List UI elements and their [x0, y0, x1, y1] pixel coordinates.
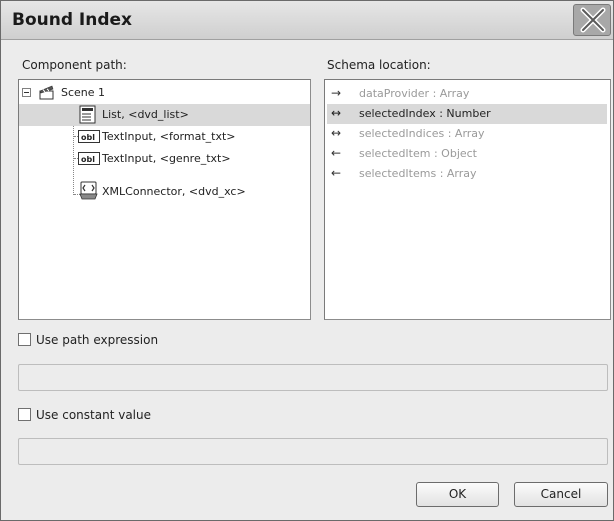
tree-item-genre-txt[interactable]: obl TextInput, <genre_txt> [19, 148, 310, 170]
tree-item-label: List, <dvd_list> [102, 108, 189, 121]
use-path-expression-checkbox[interactable] [18, 333, 31, 346]
xmlconnector-component-icon [79, 181, 98, 200]
bound-index-dialog: Bound Index Component path: Schema locat… [0, 0, 614, 521]
use-constant-value-checkbox[interactable] [18, 408, 31, 421]
schema-item-label: selectedItem : Object [359, 147, 477, 160]
close-button[interactable] [573, 4, 611, 36]
bind-in-icon: ← [331, 146, 342, 160]
svg-text:obl: obl [81, 133, 95, 142]
path-expression-field[interactable] [18, 364, 608, 391]
schema-item-selecteditem[interactable]: ← selectedItem : Object [327, 144, 607, 164]
schema-item-selectedindex[interactable]: ↔ selectedIndex : Number [327, 104, 607, 124]
schema-item-selectedindices[interactable]: ↔ selectedIndices : Array [327, 124, 607, 144]
component-tree[interactable]: Scene 1 List, <dvd_list> obl TextInput, … [18, 79, 311, 320]
cancel-button[interactable]: Cancel [514, 482, 608, 507]
use-constant-value-label: Use constant value [36, 408, 151, 422]
title-bar: Bound Index [1, 1, 613, 40]
schema-item-selecteditems[interactable]: ← selectedItems : Array [327, 164, 607, 184]
use-path-expression-option[interactable]: Use path expression [18, 332, 218, 350]
schema-location-label: Schema location: [327, 58, 431, 72]
ok-button[interactable]: OK [416, 482, 499, 507]
tree-item-format-txt[interactable]: obl TextInput, <format_txt> [19, 126, 310, 148]
tree-item-list[interactable]: List, <dvd_list> [19, 104, 310, 126]
component-path-label: Component path: [22, 58, 127, 72]
textinput-component-icon: obl [78, 130, 100, 143]
bind-inout-icon: ↔ [331, 126, 342, 140]
schema-item-label: selectedIndices : Array [359, 127, 485, 140]
schema-item-label: selectedItems : Array [359, 167, 477, 180]
svg-text:obl: obl [81, 155, 95, 164]
use-path-expression-label: Use path expression [36, 333, 159, 347]
scene-icon [39, 85, 54, 100]
bind-in-icon: ← [331, 166, 342, 180]
schema-list[interactable]: → dataProvider : Array ↔ selectedIndex :… [324, 79, 611, 320]
tree-item-label: TextInput, <genre_txt> [102, 152, 231, 165]
tree-item-scene[interactable]: Scene 1 [19, 82, 310, 104]
tree-item-label: Scene 1 [61, 86, 106, 99]
schema-item-label: dataProvider : Array [359, 87, 470, 100]
use-constant-value-option[interactable]: Use constant value [18, 407, 218, 425]
dialog-title: Bound Index [12, 10, 133, 30]
tree-item-label: TextInput, <format_txt> [102, 130, 236, 143]
close-icon [580, 7, 606, 33]
textinput-component-icon: obl [78, 152, 100, 165]
bind-inout-icon: ↔ [331, 106, 342, 120]
tree-item-xmlconnector[interactable]: XMLConnector, <dvd_xc> [19, 181, 310, 208]
bind-out-icon: → [331, 86, 342, 100]
schema-item-dataprovider[interactable]: → dataProvider : Array [327, 84, 607, 104]
list-component-icon [79, 105, 96, 124]
tree-item-label: XMLConnector, <dvd_xc> [102, 185, 246, 198]
schema-item-label: selectedIndex : Number [359, 107, 491, 120]
constant-value-field[interactable] [18, 438, 608, 465]
collapse-icon[interactable] [22, 88, 31, 97]
